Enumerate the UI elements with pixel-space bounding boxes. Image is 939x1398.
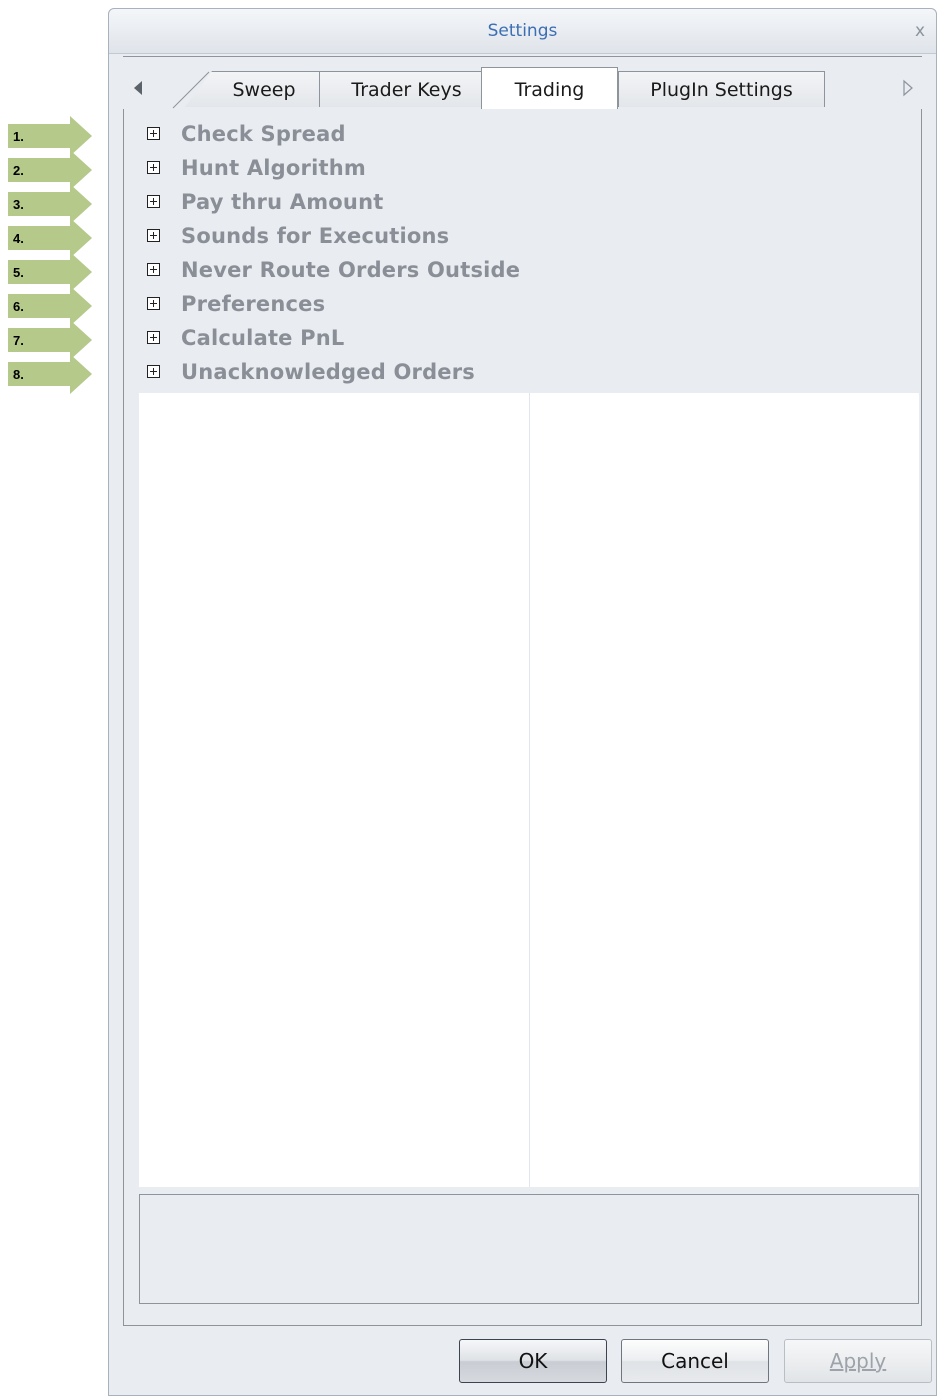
tree-item-label: Check Spread	[181, 122, 346, 146]
description-panel	[139, 1194, 919, 1304]
property-tree: Check Spread Hunt Algorithm Pay thru Amo…	[137, 119, 917, 391]
triangle-left-icon	[134, 81, 142, 95]
callout-label: 6.	[13, 299, 24, 314]
tree-item-label: Sounds for Executions	[181, 224, 450, 248]
expand-plus-icon[interactable]	[147, 331, 160, 344]
expand-plus-icon[interactable]	[147, 229, 160, 242]
tab-scroll-right-button[interactable]	[899, 77, 917, 99]
callout-label: 1.	[13, 129, 24, 144]
tab-plugin-settings[interactable]: PlugIn Settings	[618, 71, 825, 107]
tree-item-label: Preferences	[181, 292, 326, 316]
tab-sweep-slant	[172, 71, 210, 109]
expand-plus-icon[interactable]	[147, 195, 160, 208]
tree-item-label: Never Route Orders Outside	[181, 258, 521, 282]
panel-bottom-border	[123, 1325, 922, 1326]
panel-border-left	[123, 109, 124, 1326]
expand-plus-icon[interactable]	[147, 263, 160, 276]
expand-plus-icon[interactable]	[147, 161, 160, 174]
window-title: Settings	[487, 21, 558, 41]
property-grid-area[interactable]	[139, 393, 919, 1187]
tree-item-check-spread[interactable]: Check Spread	[137, 119, 917, 153]
panel-border-right	[921, 109, 922, 1326]
tree-item-never-route-orders-outside[interactable]: Never Route Orders Outside	[137, 255, 917, 289]
triangle-right-icon	[903, 79, 913, 97]
callout-label: 7.	[13, 333, 24, 348]
tab-baseline	[123, 56, 922, 57]
apply-button[interactable]: Apply	[784, 1339, 932, 1383]
tree-item-label: Hunt Algorithm	[181, 156, 366, 180]
close-icon[interactable]: x	[910, 21, 930, 41]
tree-item-preferences[interactable]: Preferences	[137, 289, 917, 323]
tree-item-label: Calculate PnL	[181, 326, 345, 350]
callout-label: 8.	[13, 367, 24, 382]
tree-item-unacknowledged-orders[interactable]: Unacknowledged Orders	[137, 357, 917, 391]
tab-strip: Sweep Trader Keys Trading PlugIn Setting…	[109, 61, 936, 115]
expand-plus-icon[interactable]	[147, 297, 160, 310]
tree-item-hunt-algorithm[interactable]: Hunt Algorithm	[137, 153, 917, 187]
callout-arrow-8: 8.	[8, 354, 92, 394]
tab-scroll-left-button[interactable]	[130, 77, 148, 99]
callout-label: 2.	[13, 163, 24, 178]
expand-plus-icon[interactable]	[147, 365, 160, 378]
tab-trader-keys[interactable]: Trader Keys	[319, 71, 494, 107]
tree-item-label: Pay thru Amount	[181, 190, 384, 214]
cancel-button[interactable]: Cancel	[621, 1339, 769, 1383]
callout-label: 4.	[13, 231, 24, 246]
apply-button-label: Apply	[829, 1349, 887, 1373]
tree-item-sounds-for-executions[interactable]: Sounds for Executions	[137, 221, 917, 255]
expand-plus-icon[interactable]	[147, 127, 160, 140]
tab-trading[interactable]: Trading	[481, 67, 618, 109]
callout-label: 5.	[13, 265, 24, 280]
ok-button[interactable]: OK	[459, 1339, 607, 1383]
tree-item-label: Unacknowledged Orders	[181, 360, 475, 384]
callout-label: 3.	[13, 197, 24, 212]
title-bar[interactable]: Settings x	[109, 9, 936, 54]
tree-item-pay-thru-amount[interactable]: Pay thru Amount	[137, 187, 917, 221]
grid-column-divider[interactable]	[529, 393, 530, 1187]
tree-item-calculate-pnl[interactable]: Calculate PnL	[137, 323, 917, 357]
settings-window: Settings x Sweep Trader Keys Trading Plu…	[108, 8, 937, 1396]
